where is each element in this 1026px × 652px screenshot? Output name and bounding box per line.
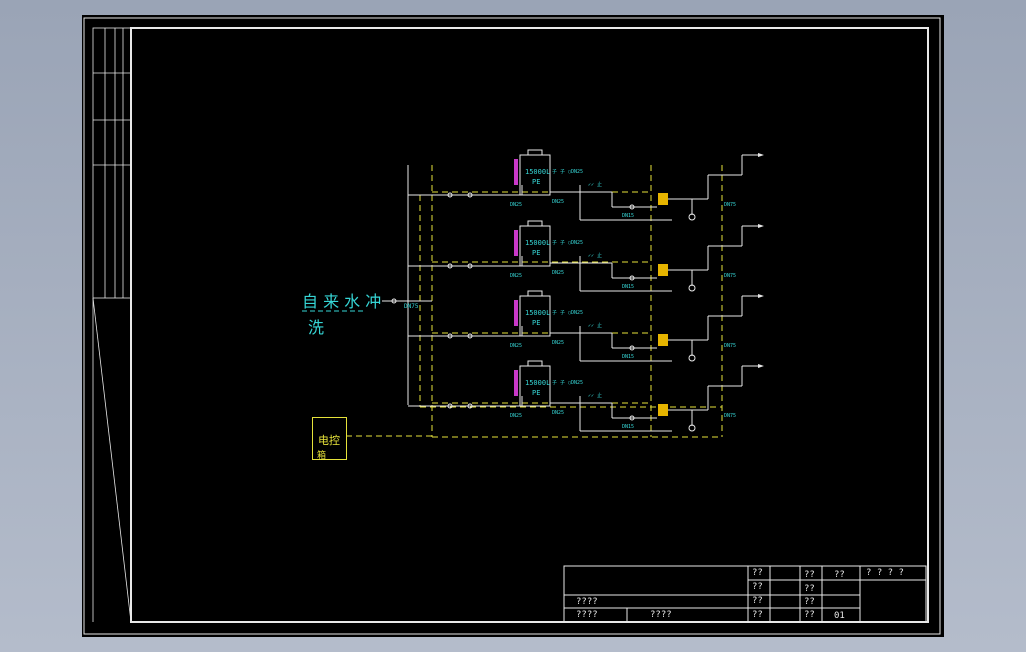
tank-inlet-size: 子 子 ○DN25 — [552, 169, 584, 175]
control-box[interactable]: 电控 箱 — [312, 417, 347, 461]
outlet-size: DN75 — [724, 202, 737, 208]
source-label: 自 来 水 冲 洗 — [302, 293, 381, 337]
tank-inlet-size: 子 子 ○DN25 — [552, 380, 584, 386]
tb-sheet-no: 01 — [834, 611, 845, 621]
tb-left-row4a: ???? — [576, 610, 598, 620]
row-inlet-size: DN25 — [510, 343, 523, 349]
branch-size: DN15 — [622, 424, 635, 430]
outlet-size: DN75 — [724, 413, 737, 419]
tb-cell-c1: ?? — [834, 570, 845, 580]
outlet-size: DN75 — [724, 273, 737, 279]
row-inlet-size: DN25 — [510, 202, 523, 208]
drawing-sheet[interactable]: 自 来 水 冲 洗 DN75 电控 箱 15000L PE 子 子 ○DN25 DN2… — [82, 15, 944, 637]
row-inlet-size: DN25 — [510, 273, 523, 279]
pump-icon — [658, 334, 668, 346]
schematic-canvas — [83, 17, 941, 635]
check-label: ✓✓ 止 — [588, 182, 603, 188]
pump-icon — [658, 193, 668, 205]
pump-icon — [658, 404, 668, 416]
tb-cell-a2: ?? — [752, 582, 763, 592]
branch-size: DN15 — [622, 354, 635, 360]
cad-viewport[interactable]: 自 来 水 冲 洗 DN75 电控 箱 15000L PE 子 子 ○DN25 DN2… — [0, 0, 1026, 652]
source-label-line2: 洗 — [308, 318, 325, 337]
outlet-size: DN75 — [724, 343, 737, 349]
control-box-label-1: 电控 — [318, 434, 340, 447]
branch-size: DN15 — [622, 284, 635, 290]
tb-cell-b3: ?? — [804, 597, 815, 607]
tank-material-label: PE — [532, 249, 541, 257]
tank-manhole — [527, 360, 543, 367]
tank-manhole — [527, 290, 543, 297]
branch-size: DN15 — [622, 213, 635, 219]
flow-arrow-icon — [758, 153, 764, 157]
tb-cell-b2: ?? — [804, 584, 815, 594]
tank-rows — [408, 149, 764, 432]
tank-capacity-label: 15000L — [525, 309, 551, 317]
flow-arrow-icon — [758, 364, 764, 368]
inlet-size-label: DN75 — [404, 303, 419, 310]
tb-cell-b4: ?? — [804, 610, 815, 620]
check-label: ✓✓ 止 — [588, 393, 603, 399]
tank-outlet-size: DN25 — [552, 199, 565, 205]
tank-capacity-label: 15000L — [525, 168, 551, 176]
tank-capacity-label: 15000L — [525, 379, 551, 387]
control-box-label-2: 箱 — [317, 451, 327, 461]
source-label-line1: 自 来 水 冲 — [302, 292, 382, 311]
tank-manhole — [527, 220, 543, 227]
level-gauge-icon — [514, 159, 518, 185]
tank-inlet-size: 子 子 ○DN25 — [552, 310, 584, 316]
tb-cell-d1: ? ? ? ? — [866, 568, 904, 578]
tb-cell-a1: ?? — [752, 568, 763, 578]
tb-cell-b1: ?? — [804, 570, 815, 580]
drawing-border — [130, 27, 929, 623]
tank-material-label: PE — [532, 178, 541, 186]
binding-strip — [92, 27, 132, 623]
pump-icon — [658, 264, 668, 276]
tb-cell-a3: ?? — [752, 596, 763, 606]
tank-capacity-label: 15000L — [525, 239, 551, 247]
tb-cell-a4: ?? — [752, 610, 763, 620]
check-label: ✓✓ 止 — [588, 323, 603, 329]
tank-inlet-size: 子 子 ○DN25 — [552, 240, 584, 246]
tank-material-label: PE — [532, 389, 541, 397]
tank-outlet-size: DN25 — [552, 340, 565, 346]
flow-arrow-icon — [758, 224, 764, 228]
check-label: ✓✓ 止 — [588, 253, 603, 259]
row-inlet-size: DN25 — [510, 413, 523, 419]
tank-material-label: PE — [532, 319, 541, 327]
tank-outlet-size: DN25 — [552, 410, 565, 416]
drawing-frame — [83, 17, 941, 635]
tank-manhole — [527, 149, 543, 156]
flow-arrow-icon — [758, 294, 764, 298]
inlet-main — [382, 165, 432, 405]
level-gauge-icon — [514, 230, 518, 256]
level-gauge-icon — [514, 300, 518, 326]
tb-left-row4b: ???? — [650, 610, 672, 620]
level-gauge-icon — [514, 370, 518, 396]
tank-outlet-size: DN25 — [552, 270, 565, 276]
tb-left-row3: ???? — [576, 597, 598, 607]
